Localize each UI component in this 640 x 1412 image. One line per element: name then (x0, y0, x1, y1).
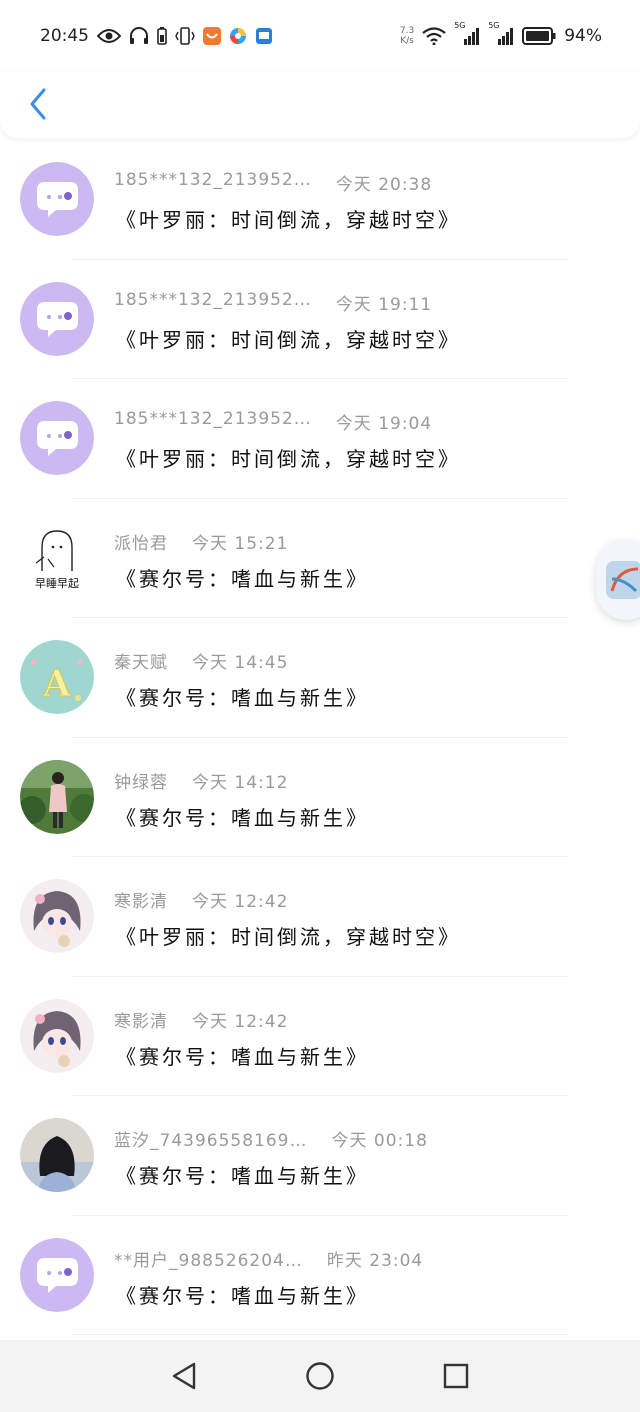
circle-home-icon (306, 1362, 334, 1390)
timestamp: 今天 14:45 (192, 653, 289, 673)
avatar[interactable]: A (20, 640, 94, 714)
avatar[interactable] (20, 1237, 94, 1312)
vibrate-icon (175, 25, 195, 47)
work-title: 《叶罗丽：时间倒流，穿越时空》 (116, 327, 461, 352)
list-item[interactable]: 蓝汐_74396558169… 今天 00:18 《赛尔号：嗜血与新生》 (0, 1096, 640, 1216)
nav-recents-button[interactable] (433, 1353, 479, 1399)
headphones-icon (129, 25, 149, 47)
timestamp: 昨天 23:04 (326, 1250, 424, 1271)
user-name: 钟绿蓉 (114, 772, 168, 793)
work-title: 《赛尔号：嗜血与新生》 (116, 1283, 369, 1308)
net-speed: 7.3 K/s (399, 26, 415, 46)
item-meta: 寒影清 今天 12:42 (114, 887, 288, 912)
list-item[interactable]: 早睡早起 派怡君 今天 15:21 《赛尔号：嗜血与新生》 (0, 499, 640, 618)
work-title: 《赛尔号：嗜血与新生》 (116, 566, 369, 591)
work-title: 《赛尔号：嗜血与新生》 (116, 1044, 369, 1069)
nav-home-button[interactable] (297, 1353, 343, 1399)
top-header (0, 72, 640, 138)
timestamp: 今天 14:12 (192, 772, 289, 793)
list-item[interactable]: 寒影清 今天 12:42 《叶罗丽：时间倒流，穿越时空》 (0, 857, 640, 977)
work-title: 《叶罗丽：时间倒流，穿越时空》 (116, 208, 461, 232)
list-item[interactable]: **用户_988526204… 昨天 23:04 《赛尔号：嗜血与新生》 (0, 1216, 640, 1335)
system-nav-bar (0, 1340, 640, 1412)
avatar[interactable] (20, 879, 94, 953)
timestamp: 今天 12:42 (192, 1011, 289, 1032)
triangle-back-icon (172, 1362, 196, 1390)
status-bar: 20:45 7.3 K/s 5G 5G 94% (0, 0, 640, 72)
wifi-icon (422, 25, 446, 47)
app-notification-icon (203, 25, 221, 47)
user-name: 185***132_213952… (114, 170, 312, 190)
nav-back-button[interactable] (161, 1353, 207, 1399)
timestamp: 今天 20:38 (335, 175, 433, 195)
divider (72, 1334, 568, 1335)
avatar[interactable]: 早睡早起 (20, 520, 94, 595)
item-meta: 派怡君 今天 15:21 (114, 529, 288, 554)
record-list: 185***132_213952… 今天 20:38 《叶罗丽：时间倒流，穿越时空》… (0, 140, 640, 1335)
battery-icon (522, 25, 556, 47)
item-meta: **用户_988526204… 昨天 23:04 (114, 1246, 423, 1271)
avatar[interactable] (20, 401, 94, 475)
work-title: 《赛尔号：嗜血与新生》 (116, 686, 369, 710)
avatar-caption: 早睡早起 (35, 577, 79, 590)
work-title: 《叶罗丽：时间倒流，穿越时空》 (116, 447, 461, 471)
user-name: **用户_988526204… (114, 1250, 303, 1271)
work-title: 《叶罗丽：时间倒流，穿越时空》 (116, 925, 461, 949)
timestamp: 今天 19:04 (335, 414, 433, 434)
item-meta: 寒影清 今天 12:42 (114, 1007, 288, 1032)
battery-saver-icon (157, 25, 167, 47)
square-recents-icon (443, 1363, 469, 1389)
list-item[interactable]: A 秦天赋 今天 14:45 《赛尔号：嗜血与新生》 (0, 618, 640, 738)
svg-text:A: A (42, 663, 72, 705)
screen-notification-icon (255, 25, 273, 47)
float-app-icon (606, 561, 640, 599)
user-name: 寒影清 (114, 1011, 168, 1032)
avatar[interactable] (20, 162, 94, 236)
avatar[interactable] (20, 281, 94, 356)
work-title: 《赛尔号：嗜血与新生》 (116, 1164, 369, 1188)
list-item[interactable]: 185***132_213952… 今天 19:11 《叶罗丽：时间倒流，穿越时空》 (0, 260, 640, 379)
user-name: 185***132_213952… (114, 289, 312, 310)
user-name: 寒影清 (114, 892, 168, 912)
list-item[interactable]: 寒影清 今天 12:42 《赛尔号：嗜血与新生》 (0, 977, 640, 1096)
battery-percent: 94% (564, 26, 602, 46)
eye-icon (97, 25, 121, 47)
list-item[interactable]: 185***132_213952… 今天 20:38 《叶罗丽：时间倒流，穿越时空》 (0, 140, 640, 260)
timestamp: 今天 15:21 (192, 533, 289, 554)
timestamp: 今天 00:18 (331, 1131, 428, 1151)
back-button[interactable] (18, 82, 58, 126)
avatar[interactable] (20, 1118, 94, 1192)
avatar[interactable] (20, 759, 94, 834)
list-item[interactable]: 185***132_213952… 今天 19:04 《叶罗丽：时间倒流，穿越时空》 (0, 379, 640, 499)
signal-sim2-icon: 5G (488, 21, 514, 47)
status-time: 20:45 (40, 26, 89, 46)
user-name: 派怡君 (114, 533, 168, 554)
item-meta: 185***132_213952… 今天 19:11 (114, 290, 432, 315)
floating-button[interactable] (596, 540, 640, 620)
timestamp: 今天 12:42 (192, 892, 289, 912)
browser-notification-icon (229, 25, 247, 47)
user-name: 蓝汐_74396558169… (114, 1131, 308, 1151)
item-meta: 蓝汐_74396558169… 今天 00:18 (114, 1126, 428, 1151)
timestamp: 今天 19:11 (335, 294, 433, 315)
user-name: 秦天赋 (114, 653, 168, 673)
list-item[interactable]: 钟绿蓉 今天 14:12 《赛尔号：嗜血与新生》 (0, 738, 640, 857)
item-meta: 185***132_213952… 今天 19:04 (114, 409, 432, 434)
signal-sim1-icon: 5G (454, 21, 480, 47)
item-meta: 钟绿蓉 今天 14:12 (114, 768, 288, 793)
item-meta: 185***132_213952… 今天 20:38 (114, 170, 432, 195)
user-name: 185***132_213952… (114, 409, 312, 429)
work-title: 《赛尔号：嗜血与新生》 (116, 805, 369, 830)
chevron-left-icon (30, 88, 46, 120)
item-meta: 秦天赋 今天 14:45 (114, 648, 288, 673)
avatar[interactable] (20, 998, 94, 1073)
